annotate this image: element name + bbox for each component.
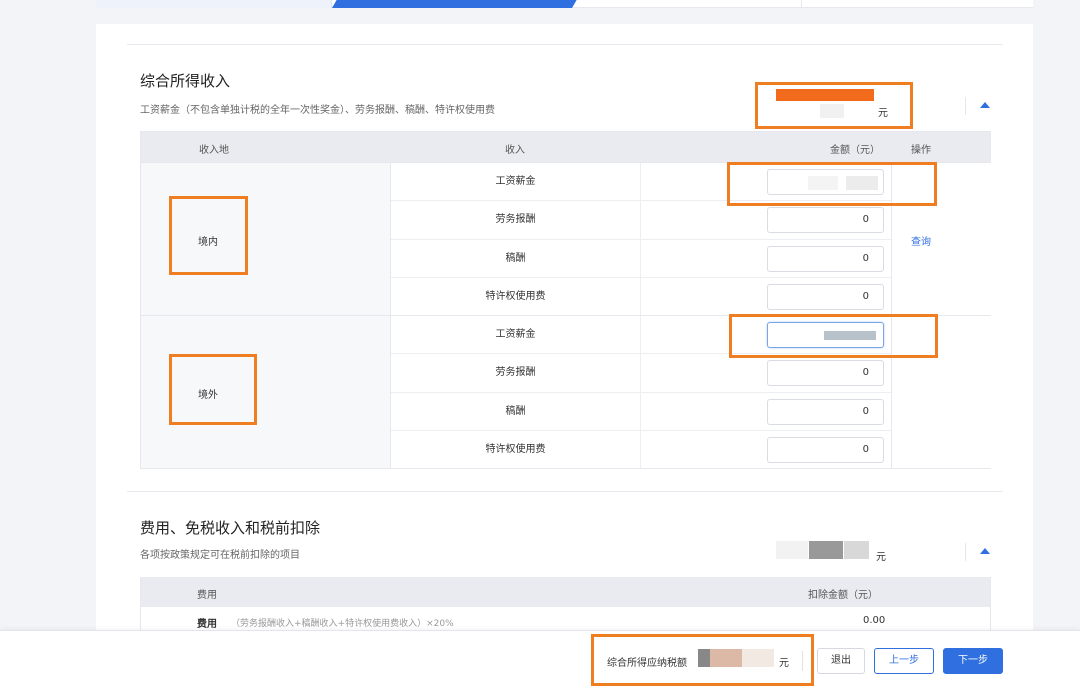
highlight-box [729, 314, 938, 358]
redacted-value [844, 541, 869, 559]
next-step-button[interactable]: 下一步 [943, 648, 1003, 674]
progress-step-current [332, 0, 577, 8]
expenses-table-header: 费用 扣除金额（元） [141, 577, 990, 607]
row-category: 工资薪金 [391, 316, 641, 354]
prev-step-button[interactable]: 上一步 [874, 648, 934, 674]
expenses-total-unit: 元 [876, 552, 886, 563]
fee-row-note: （劳务报酬收入+稿酬收入+特许权使用费收入）×20% [231, 619, 454, 629]
row-category: 劳务报酬 [391, 354, 641, 393]
expenses-section-subtitle: 各项按政策规定可在税前扣除的项目 [140, 550, 300, 561]
highlight-box [755, 82, 913, 129]
row-category: 特许权使用费 [391, 277, 641, 316]
progress-steps [96, 0, 1033, 8]
expenses-table: 费用 扣除金额（元） 费用 （劳务报酬收入+稿酬收入+特许权使用费收入）×20%… [140, 577, 991, 634]
progress-step-completed [96, 0, 332, 8]
amount-input[interactable]: 0 [767, 207, 884, 234]
col-amount: 金额（元） [830, 145, 880, 156]
row-category: 工资薪金 [391, 163, 641, 201]
row-category: 劳务报酬 [391, 201, 641, 240]
table-row: 特许权使用费 0 [391, 277, 891, 316]
fee-row-label: 费用 [197, 619, 217, 630]
collapse-separator [965, 543, 966, 561]
col-fee: 费用 [197, 590, 217, 601]
amount-input[interactable]: 0 [767, 245, 884, 272]
table-row: 特许权使用费 0 [391, 430, 891, 469]
redacted-value [776, 541, 808, 559]
table-row: 劳务报酬 0 [391, 354, 891, 393]
col-action: 操作 [911, 145, 931, 156]
highlight-box [169, 354, 257, 425]
collapse-separator [965, 97, 966, 115]
row-category: 稿酬 [391, 392, 641, 431]
amount-input[interactable]: 0 [767, 436, 884, 463]
amount-input[interactable]: 0 [767, 398, 884, 425]
collapse-chevron-up-icon[interactable] [980, 548, 990, 554]
income-section-title: 综合所得收入 [140, 72, 231, 90]
highlight-box [727, 162, 937, 206]
progress-step-divider [801, 0, 802, 8]
fee-row-value: 0.00 [863, 615, 886, 626]
row-category: 稿酬 [391, 239, 641, 278]
section-divider [127, 491, 1003, 492]
col-location: 收入地 [199, 145, 229, 156]
table-row: 稿酬 0 [391, 392, 891, 431]
col-deduct: 扣除金额（元） [808, 590, 878, 601]
row-category: 特许权使用费 [391, 430, 641, 469]
exit-button[interactable]: 退出 [817, 648, 865, 674]
footer-bar: 综合所得应纳税额 元 退出 上一步 下一步 [0, 630, 1080, 693]
expenses-total-amount: 元 [776, 538, 896, 563]
highlight-box [591, 634, 814, 686]
table-row: 稿酬 0 [391, 239, 891, 278]
query-link[interactable]: 查询 [911, 233, 931, 248]
table-row: 劳务报酬 0 [391, 201, 891, 240]
collapse-chevron-up-icon[interactable] [980, 102, 990, 108]
amount-input[interactable]: 0 [767, 283, 884, 310]
redacted-value [809, 541, 843, 559]
income-section-subtitle: 工资薪金（不包含单独计税的全年一次性奖金）、劳务报酬、稿酬、特许权使用费 [140, 105, 495, 116]
amount-input[interactable]: 0 [767, 360, 884, 387]
expenses-section-title: 费用、免税收入和税前扣除 [140, 519, 321, 537]
highlight-box [169, 196, 248, 275]
section-divider [127, 44, 1003, 45]
col-income: 收入 [505, 145, 525, 156]
income-table-header: 收入地 收入 金额（元） 操作 [141, 132, 990, 162]
